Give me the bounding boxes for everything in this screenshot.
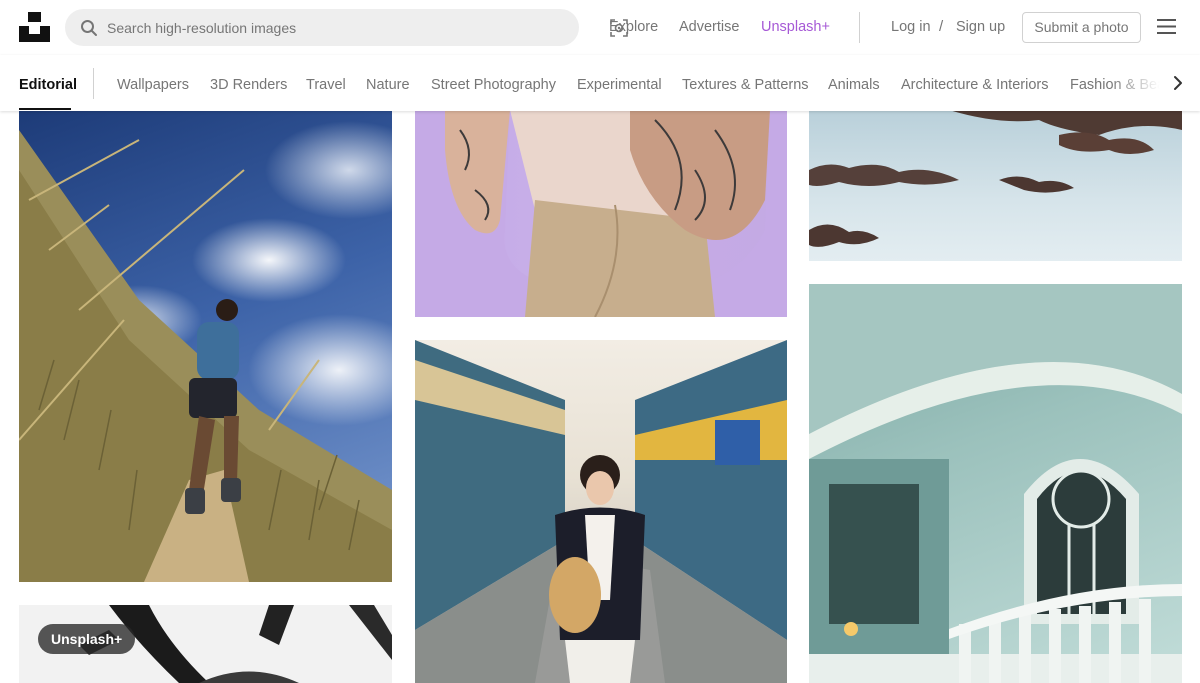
- tab-experimental[interactable]: Experimental: [577, 76, 662, 94]
- tab-animals[interactable]: Animals: [828, 76, 880, 94]
- architecture-illustration: [809, 284, 1182, 683]
- tab-editorial[interactable]: Editorial: [19, 76, 77, 94]
- category-bar: Editorial Wallpapers 3D Renders Travel N…: [0, 55, 1200, 111]
- search-icon[interactable]: [79, 18, 99, 38]
- auth-separator: /: [939, 18, 944, 35]
- photo-hiker[interactable]: [19, 110, 392, 582]
- tab-nature[interactable]: Nature: [366, 76, 410, 94]
- snow-illustration: [809, 110, 1182, 247]
- submit-photo-button[interactable]: Submit a photo: [1022, 12, 1141, 43]
- train-illustration: [415, 340, 787, 683]
- search-bar[interactable]: [65, 9, 628, 46]
- nav-unsplash-plus-link[interactable]: Unsplash+: [761, 18, 830, 36]
- search-input[interactable]: [107, 9, 527, 46]
- photo-ornate-building[interactable]: [809, 284, 1182, 683]
- chevron-right-icon[interactable]: [1170, 74, 1186, 92]
- hiker-illustration: [19, 130, 392, 582]
- nav-advertise-link[interactable]: Advertise: [679, 18, 739, 36]
- tab-travel[interactable]: Travel: [306, 76, 346, 94]
- photo-snow-rocks[interactable]: [809, 110, 1182, 261]
- hamburger-menu-icon[interactable]: [1157, 18, 1176, 35]
- category-fade: [1110, 55, 1200, 111]
- tattoo-illustration: [415, 110, 787, 317]
- header-divider: [859, 12, 860, 43]
- nav-explore-link[interactable]: Explore: [609, 18, 658, 36]
- active-tab-indicator: [19, 108, 71, 110]
- unsplash-logo-icon[interactable]: [19, 12, 50, 42]
- login-link[interactable]: Log in: [891, 18, 931, 36]
- tab-3d-renders[interactable]: 3D Renders: [210, 76, 287, 94]
- photo-tattooed-arm[interactable]: [415, 110, 787, 317]
- tab-wallpapers[interactable]: Wallpapers: [117, 76, 189, 94]
- photo-woman-trains[interactable]: [415, 340, 787, 683]
- tab-textures-patterns[interactable]: Textures & Patterns: [682, 76, 809, 94]
- tab-street-photography[interactable]: Street Photography: [431, 76, 556, 94]
- category-divider: [93, 68, 94, 99]
- top-header: Explore Advertise Unsplash+ Log in / Sig…: [0, 0, 1200, 55]
- tab-architecture-interiors[interactable]: Architecture & Interiors: [901, 76, 1048, 94]
- unsplash-plus-badge[interactable]: Unsplash+: [38, 624, 136, 654]
- signup-link[interactable]: Sign up: [956, 18, 1005, 36]
